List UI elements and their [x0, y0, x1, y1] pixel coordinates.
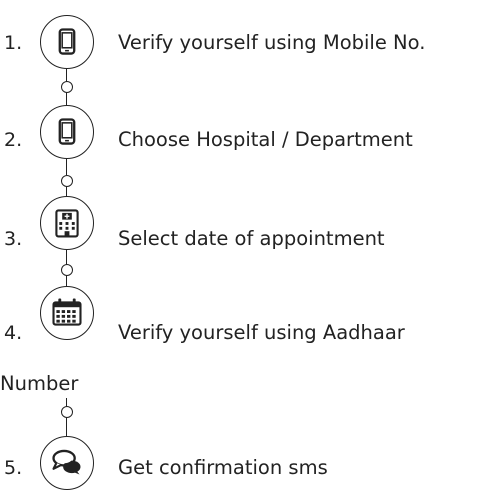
- step-5-number: 5.: [4, 457, 23, 479]
- connector-line: [66, 250, 67, 265]
- chat-bubbles-icon: [40, 436, 94, 490]
- step-2-label: Choose Hospital / Department: [118, 128, 413, 151]
- connector-line: [66, 159, 67, 175]
- step-4-label-continued: Number: [0, 372, 79, 395]
- step-5-label: Get confirmation sms: [118, 456, 328, 479]
- connector-dot: [61, 264, 73, 276]
- step-3-label: Select date of appointment: [118, 227, 385, 250]
- step-4-label: Verify yourself using Aadhaar: [118, 321, 405, 344]
- connector-line: [66, 92, 67, 105]
- step-2-number: 2.: [4, 129, 23, 151]
- mobile-phone-icon: [40, 105, 94, 159]
- step-3-number: 3.: [4, 228, 23, 250]
- step-1-number: 1.: [4, 32, 23, 54]
- connector-line: [66, 417, 67, 436]
- hospital-building-icon: [40, 196, 94, 250]
- step-4-number: 4.: [4, 322, 23, 344]
- connector-dot: [61, 175, 73, 187]
- appointment-steps-page: { "steps": [ {"number": "1.", "label": "…: [0, 0, 491, 495]
- connector-line: [66, 275, 67, 286]
- step-1-label: Verify yourself using Mobile No.: [118, 31, 426, 54]
- connector-dot: [61, 406, 73, 418]
- calendar-icon: [40, 286, 94, 340]
- mobile-phone-icon: [40, 15, 94, 69]
- connector-dot: [61, 81, 73, 93]
